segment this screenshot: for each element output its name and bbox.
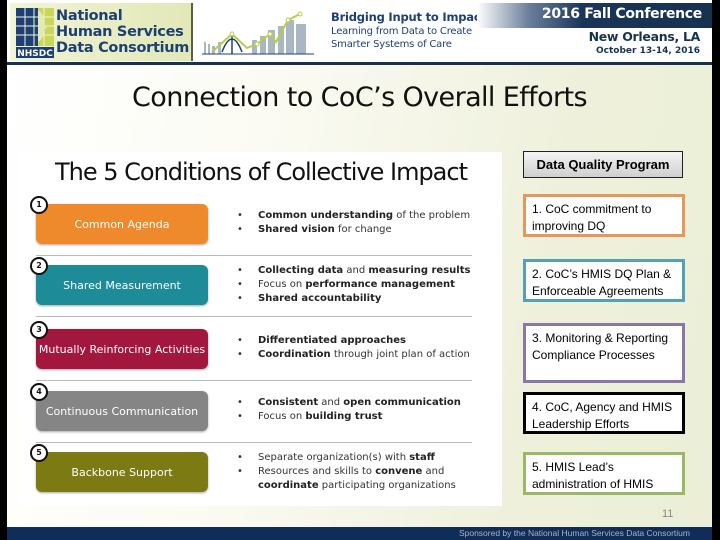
conference-banner: 2016 Fall Conference [477, 3, 712, 28]
bullet-bold-text: open communication [343, 397, 461, 408]
bullet-bold-text: Collecting data [258, 265, 344, 276]
data-quality-item-4: 4. CoC, Agency and HMIS Leadership Effor… [523, 392, 685, 434]
data-quality-item-3: 3. Monitoring & Reporting Compliance Pro… [523, 323, 685, 383]
data-quality-header: Data Quality Program [523, 151, 683, 178]
condition-bullet: Consistent and open communication [236, 396, 498, 410]
data-quality-item-1: 1. CoC commitment to improving DQ [523, 194, 685, 237]
condition-bullet: Resources and skills to convene and [236, 465, 498, 479]
bullet-bold-text: Consistent [258, 397, 319, 408]
bullet-bold-text: Coordination [258, 349, 331, 360]
bullet-bold-text: performance management [305, 279, 455, 290]
condition-bullet: Differentiated approaches [236, 334, 498, 348]
condition-label-box: Mutually Reinforcing Activities [36, 329, 208, 369]
condition-bullets: Separate organization(s) with staffResou… [236, 451, 498, 493]
condition-bullet: Separate organization(s) with staff [236, 451, 498, 465]
bullet-bold-text: Shared vision [258, 224, 335, 235]
conference-header: NHSDC National Human Services Data Conso… [7, 0, 712, 65]
condition-number-badge: 1 [30, 196, 48, 214]
row-divider [36, 442, 472, 443]
data-quality-item-5: 5. HMIS Lead’s administration of HMIS [523, 452, 685, 495]
bullet-text: and [318, 397, 344, 408]
data-quality-item-2: 2. CoC’s HMIS DQ Plan & Enforceable Agre… [523, 259, 685, 302]
city-skyline-graphic [202, 11, 314, 55]
bullet-text: Focus on [258, 279, 306, 290]
bullet-text: and [422, 466, 445, 477]
bullet-text: and [343, 265, 369, 276]
logo-line-1: National [56, 8, 123, 24]
row-divider [36, 380, 472, 381]
bullet-bold-text: Differentiated approaches [258, 335, 406, 346]
condition-bullets: Differentiated approaches Coordination th… [236, 334, 498, 362]
condition-bullet: Collecting data and measuring results [236, 264, 498, 278]
bullet-text: through joint plan of action [330, 349, 470, 360]
condition-label-box: Shared Measurement [36, 265, 208, 305]
bullet-bold-text: convene [375, 466, 423, 477]
nhsdc-logo: NHSDC National Human Services Data Conso… [10, 3, 193, 61]
logo-line-3: Data Consortium [56, 40, 190, 56]
condition-number-badge: 2 [30, 257, 48, 275]
footer-bar: Sponsored by the National Human Services… [7, 527, 712, 540]
collective-impact-panel: The 5 Conditions of Collective Impact Co… [20, 152, 502, 506]
bullet-bold-text: building trust [305, 411, 383, 422]
footer-sponsor-text: Sponsored by the National Human Services… [458, 528, 690, 538]
conference-city: New Orleans, LA [588, 29, 701, 44]
panel-title: The 5 Conditions of Collective Impact [54, 158, 468, 186]
conference-title: 2016 Fall Conference [541, 6, 702, 22]
slide: NHSDC National Human Services Data Conso… [7, 0, 712, 540]
row-divider [36, 255, 472, 256]
bullet-text: participating organizations [318, 480, 456, 491]
bullet-bold-text: Shared accountability [258, 293, 382, 304]
condition-bullet: Focus on performance management [236, 278, 498, 292]
bullet-text: Resources and skills to [258, 466, 376, 477]
condition-label-box: Continuous Communication [36, 391, 208, 431]
svg-text:NHSDC: NHSDC [17, 49, 53, 58]
condition-bullets: Collecting data and measuring resultsFoc… [236, 264, 498, 306]
bullet-bold-text: staff [409, 452, 435, 463]
condition-bullets: Common understanding of the problemShare… [236, 209, 498, 237]
slide-title: Connection to CoC’s Overall Efforts [132, 82, 588, 113]
tagline-line-2: Smarter Systems of Care [331, 39, 452, 50]
condition-label-box: Common Agenda [36, 204, 208, 244]
bullet-text: of the problem [393, 210, 471, 221]
bullet-bold-text: Common understanding [258, 210, 394, 221]
bullet-text: for change [334, 224, 392, 235]
condition-number-badge: 3 [30, 321, 48, 339]
nhsdc-logo-text: National Human Services Data Consortium [56, 8, 192, 56]
bullet-text: Separate organization(s) with [258, 452, 410, 463]
condition-number-badge: 5 [30, 444, 48, 462]
condition-bullet: Shared accountability [236, 292, 498, 306]
logo-line-2: Human Services [56, 24, 184, 40]
condition-bullet: Shared vision for change [236, 223, 498, 237]
condition-number-badge: 4 [30, 383, 48, 401]
condition-bullets: Consistent and open communicationFocus o… [236, 396, 498, 424]
condition-bullet: Coordination through joint plan of actio… [236, 348, 498, 362]
bullet-bold-text: measuring results [368, 265, 471, 276]
page-number: 11 [662, 508, 674, 520]
bullet-bold-text: coordinate [258, 480, 319, 491]
nhsdc-logo-icon: NHSDC [16, 8, 54, 58]
condition-label-box: Backbone Support [36, 452, 208, 492]
conference-dates: October 13-14, 2016 [596, 46, 700, 56]
condition-bullet: coordinate participating organizations [236, 479, 498, 493]
row-divider [36, 316, 472, 317]
condition-bullet: Focus on building trust [236, 410, 498, 424]
bullet-text: Focus on [258, 411, 306, 422]
condition-bullet: Common understanding of the problem [236, 209, 498, 223]
